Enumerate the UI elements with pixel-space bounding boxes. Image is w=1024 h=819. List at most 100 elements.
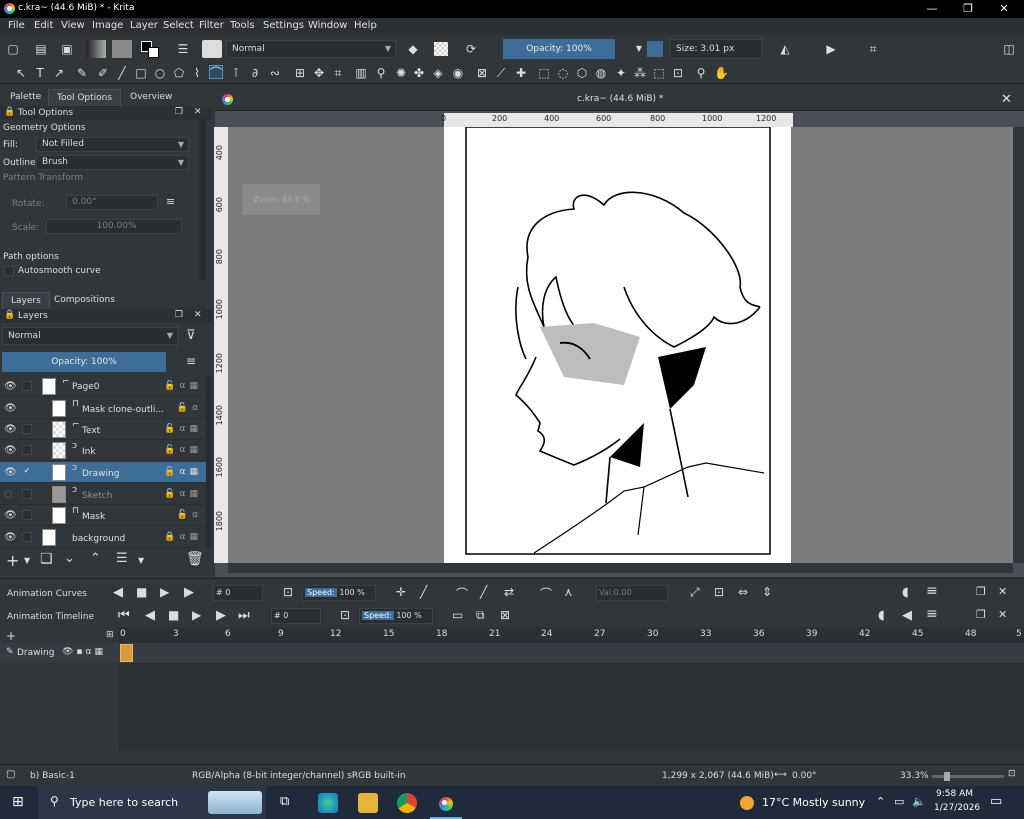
curve-smooth-icon[interactable]: ⌒ <box>456 585 468 602</box>
text-tool-icon[interactable]: T <box>33 66 47 80</box>
menu-icon[interactable]: ≡ <box>186 354 196 368</box>
menu-layer[interactable]: Layer <box>130 20 158 31</box>
rectangle-tool-icon[interactable]: □ <box>134 66 148 80</box>
lock-icon[interactable]: 🔒 <box>4 310 15 320</box>
magic-wand-icon[interactable]: ✦ <box>614 66 628 80</box>
pattern-swatch[interactable] <box>112 40 132 58</box>
transform-tool-icon[interactable]: ⊞ <box>293 66 307 80</box>
multibrush-icon[interactable]: ∾ <box>268 66 282 80</box>
smart-patch-icon[interactable]: ✺ <box>394 66 408 80</box>
save-icon[interactable]: ▣ <box>60 42 74 56</box>
float-icon[interactable]: ❐ <box>976 608 986 621</box>
color-picker-icon[interactable]: ⚲ <box>374 66 388 80</box>
chrome-icon[interactable] <box>397 793 417 813</box>
menu-select[interactable]: Select <box>163 20 194 31</box>
audio-icon[interactable]: ◀ <box>902 608 912 623</box>
layer-row-mask-clone[interactable]: 👁 ⊓ Mask clone-outli... 🔓α <box>0 398 206 419</box>
freehand-path-icon[interactable]: ⊺ <box>229 66 243 80</box>
current-frame-keyframe[interactable] <box>120 644 133 662</box>
eye-icon[interactable]: 👁 <box>4 381 17 392</box>
close-docker-icon[interactable]: ✕ <box>998 585 1007 598</box>
menu-view[interactable]: View <box>61 20 85 31</box>
layer-row-ink[interactable]: 👁 ↄ Ink 🔓α▦ <box>0 440 206 461</box>
scrollbar[interactable] <box>206 376 212 548</box>
clock-date[interactable]: 1/27/2026 <box>934 803 980 813</box>
duplicate-keyframe-icon[interactable]: ⧉ <box>476 608 485 623</box>
add-key-icon[interactable]: ✛ <box>396 585 406 599</box>
bezier-select-icon[interactable]: ⬚ <box>652 66 666 80</box>
polygon-tool-icon[interactable]: ⬠ <box>172 66 186 80</box>
layer-flags[interactable]: 🔓α▦ <box>164 489 202 499</box>
drop-frames-icon[interactable]: ⊡ <box>340 608 350 622</box>
windows-start-icon[interactable]: ⊞ <box>12 794 24 810</box>
eye-icon[interactable]: 👁 <box>4 467 17 478</box>
zoom-slider[interactable] <box>932 775 1004 778</box>
first-frame-icon[interactable]: ⏮ <box>118 608 130 623</box>
play-icon[interactable]: ▶ <box>160 585 169 599</box>
zoom-fit-icon[interactable]: ⤢ <box>690 585 700 600</box>
rotate-field[interactable]: 0.00° <box>66 195 158 210</box>
assistant-tool-icon[interactable]: ⊠ <box>475 66 489 80</box>
add-layer-icon[interactable]: + <box>6 551 19 570</box>
open-icon[interactable]: ▤ <box>34 42 48 56</box>
line-tool-icon[interactable]: ╱ <box>115 66 129 80</box>
file-explorer-icon[interactable] <box>358 793 378 813</box>
outline-select[interactable]: Brush ▼ <box>36 155 189 170</box>
weather-text[interactable]: 17°C Mostly sunny <box>762 796 865 809</box>
fit-range-icon[interactable]: ⊡ <box>714 585 724 599</box>
layer-row-sketch[interactable]: ○ ↄ Sketch 🔓α▦ <box>0 484 206 505</box>
edit-shapes-icon[interactable]: ↗ <box>52 66 66 80</box>
polyline-tool-icon[interactable]: ⌇ <box>190 66 204 80</box>
close-document-icon[interactable]: ✕ <box>1001 92 1012 107</box>
move-tool-icon[interactable]: ✥ <box>312 66 326 80</box>
eye-icon[interactable]: 👁 <box>4 532 17 543</box>
chevron-down-icon[interactable]: ▼ <box>24 556 30 565</box>
chevron-up-icon[interactable]: ⌃ <box>876 795 885 808</box>
onion-skin-icon[interactable]: ◖ <box>902 585 909 600</box>
close-icon[interactable]: ✕ <box>986 0 1022 18</box>
minimize-icon[interactable]: — <box>914 0 950 18</box>
eye-closed-icon[interactable]: ○ <box>4 489 15 500</box>
new-document-icon[interactable]: ▢ <box>6 42 20 56</box>
timeline-track-drawing[interactable]: ✎ Drawing 👁▪α▦ <box>0 643 1024 663</box>
layer-checkbox[interactable] <box>22 381 32 391</box>
layer-row-text[interactable]: 👁 ⌐ Text 🔓α▦ <box>0 419 206 440</box>
layer-checkbox[interactable] <box>22 489 32 499</box>
rect-select-icon[interactable]: ⬚ <box>537 66 551 80</box>
tab-palette[interactable]: Palette <box>2 89 49 106</box>
menu-window[interactable]: Window <box>308 20 347 31</box>
interp-bezier-icon[interactable]: ⌒ <box>540 585 552 602</box>
taskbar-search[interactable]: ⚲ Type here to search <box>38 786 266 819</box>
layer-flags[interactable]: 🔓α▦ <box>164 467 202 477</box>
document-tab[interactable]: c.kra~ (44.6 MiB) * ✕ <box>215 89 1024 111</box>
layer-row-page0[interactable]: 👁 ⌐ Page0 🔓α▦ <box>0 376 206 397</box>
layer-flags[interactable]: 🔓α▦ <box>164 381 202 391</box>
lock-icon[interactable]: 🔒 <box>4 107 15 117</box>
tab-compositions[interactable]: Compositions <box>46 292 123 309</box>
track-flags[interactable]: 👁▪α▦ <box>62 647 106 657</box>
remove-key-icon[interactable]: ╱ <box>420 585 427 599</box>
autosmooth-checkbox[interactable] <box>4 266 14 276</box>
bezier-tool-icon[interactable]: ⌒ <box>209 65 223 80</box>
value-field[interactable]: Val:0.00 <box>596 585 668 601</box>
menu-settings[interactable]: Settings <box>263 20 304 31</box>
tab-layers[interactable]: Layers <box>2 292 50 309</box>
add-icon[interactable]: + <box>6 629 16 643</box>
frame-field[interactable]: # 0 <box>213 585 263 601</box>
crop-icon[interactable]: ⌗ <box>866 42 880 56</box>
enclose-fill-icon[interactable]: ◉ <box>451 66 465 80</box>
float-icon[interactable]: ❐ <box>976 585 986 598</box>
duplicate-layer-icon[interactable]: ❏ <box>40 551 53 567</box>
layer-row-drawing[interactable]: 👁 ✓ ↄ Drawing 🔓α▦ <box>0 462 206 483</box>
next-frame-icon[interactable]: ▶ <box>184 585 194 600</box>
tab-tool-options[interactable]: Tool Options <box>48 89 122 106</box>
onion-skin-icon[interactable]: ◖ <box>878 608 885 623</box>
menu-icon[interactable]: ≡ <box>926 606 938 622</box>
opacity-slider[interactable]: Opacity: 100% <box>503 39 615 59</box>
magnetic-select-icon[interactable]: ⊡ <box>671 66 685 80</box>
add-keyframe-icon[interactable]: ▭ <box>452 608 463 622</box>
last-frame-icon[interactable]: ⏭ <box>238 608 250 623</box>
menu-icon[interactable]: ≡ <box>166 195 175 208</box>
curve-step-icon[interactable]: ⇄ <box>504 585 514 599</box>
gradient-swatch[interactable] <box>86 40 106 58</box>
